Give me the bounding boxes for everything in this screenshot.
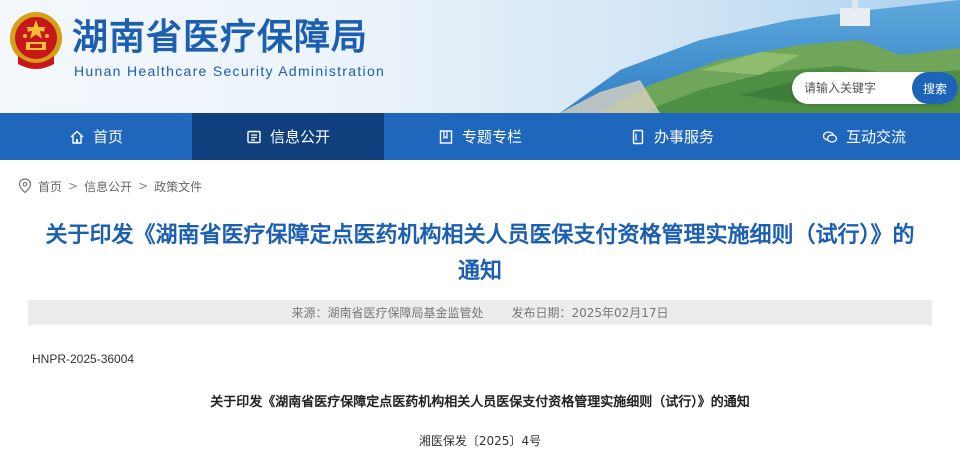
site-subtitle: Hunan Healthcare Security Administration [74, 63, 386, 79]
nav-item-home[interactable]: 首页 [0, 113, 192, 160]
main-nav: 首页 信息公开 专题专栏 办事服务 互动交流 [0, 113, 960, 160]
breadcrumb-separator: > [138, 179, 149, 193]
home-icon [70, 130, 84, 144]
breadcrumb-policy-documents[interactable]: 政策文件 [154, 178, 202, 195]
document-id: HNPR-2025-36004 [32, 352, 135, 366]
nav-item-label: 专题专栏 [461, 128, 522, 146]
location-pin-icon [18, 178, 32, 194]
book-icon [439, 129, 453, 144]
article-meta: 来源：湖南省医疗保障局基金监管处 发布日期：2025年02月17日 [28, 300, 932, 325]
nav-item-label: 办事服务 [653, 128, 714, 146]
file-icon [632, 129, 644, 144]
nav-item-label: 首页 [92, 128, 123, 146]
search-box: 搜索 [792, 72, 958, 104]
article-title: 关于印发《湖南省医疗保障定点医药机构相关人员医保支付资格管理实施细则（试行）》的… [45, 223, 915, 284]
breadcrumb-info-disclosure[interactable]: 信息公开 [84, 178, 132, 195]
breadcrumb: 首页 > 信息公开 > 政策文件 [18, 176, 202, 196]
search-input[interactable] [804, 78, 904, 98]
document-number: 湘医保发〔2025〕4号 [418, 434, 542, 448]
article-source: 来源：湖南省医疗保障局基金监管处 [291, 306, 484, 320]
nav-item-label: 互动交流 [845, 128, 906, 146]
nav-item-label: 信息公开 [269, 128, 330, 146]
document-heading: 关于印发《湖南省医疗保障定点医药机构相关人员医保支付资格管理实施细则（试行）》的… [210, 395, 750, 410]
site-header: 湖南省医疗保障局 Hunan Healthcare Security Admin… [0, 0, 960, 113]
nav-item-interaction[interactable]: 互动交流 [768, 113, 960, 160]
search-button[interactable]: 搜索 [912, 72, 958, 104]
nav-item-info-disclosure[interactable]: 信息公开 [192, 113, 384, 160]
breadcrumb-separator: > [68, 179, 79, 193]
document-list-icon [247, 130, 261, 143]
breadcrumb-home[interactable]: 首页 [38, 178, 62, 195]
site-title: 湖南省医疗保障局 [72, 16, 369, 58]
national-emblem-icon [10, 12, 62, 69]
article-date: 发布日期：2025年02月17日 [511, 306, 669, 320]
nav-item-special-topics[interactable]: 专题专栏 [384, 113, 576, 160]
chat-icon [822, 130, 838, 143]
nav-item-services[interactable]: 办事服务 [576, 113, 768, 160]
